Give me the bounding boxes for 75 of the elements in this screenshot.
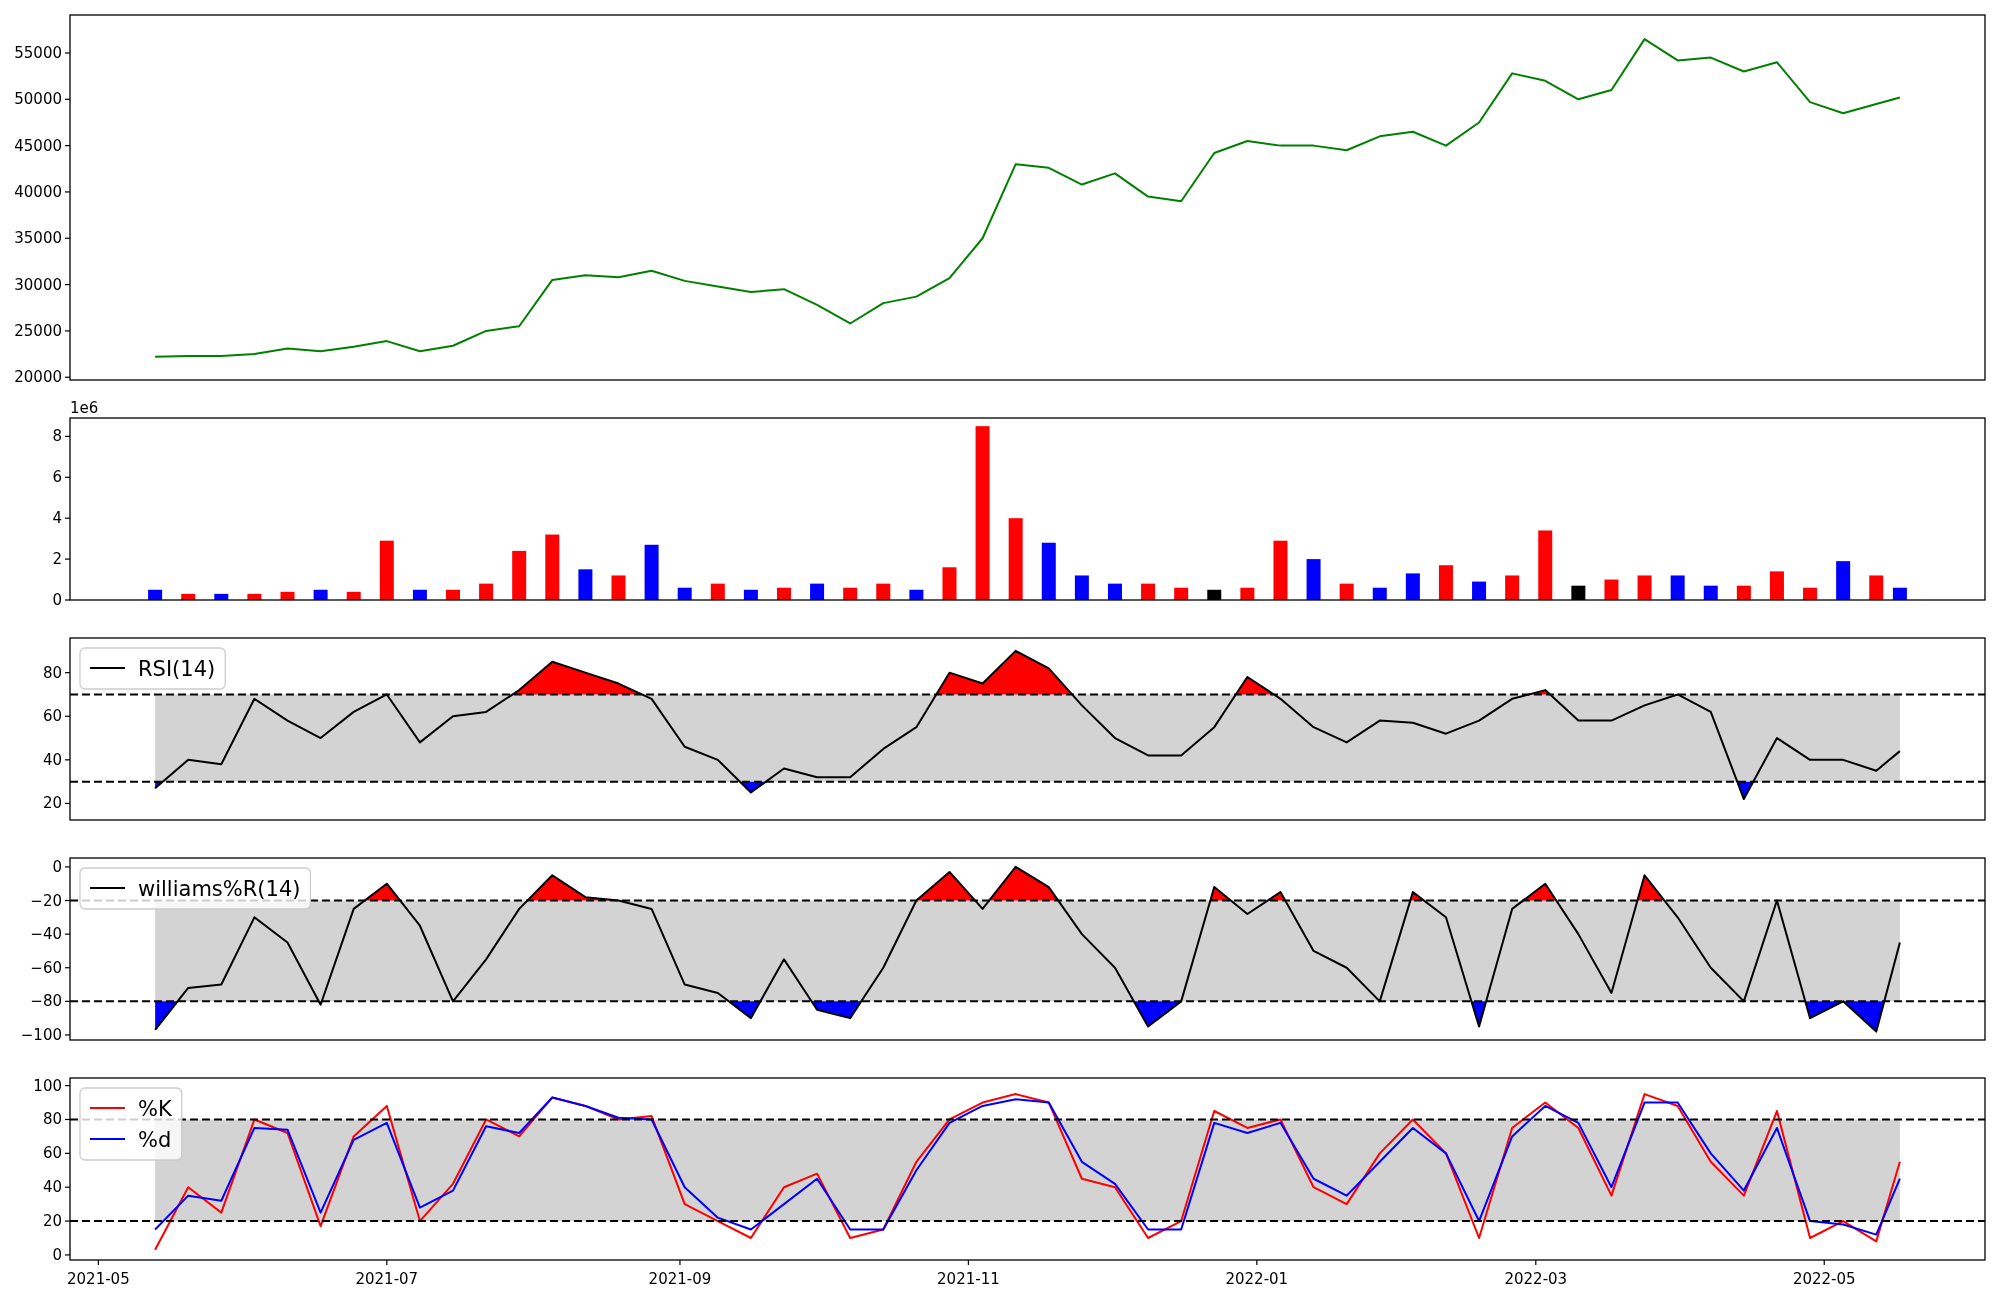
legend-label: %K xyxy=(138,1097,172,1121)
volume-bar xyxy=(1405,573,1420,600)
volume-bar xyxy=(280,591,295,600)
volume-bar xyxy=(412,589,427,600)
tick-label: 2021-05 xyxy=(67,1270,130,1288)
tick-label: 0 xyxy=(52,591,62,609)
tick-label: 40 xyxy=(42,750,62,769)
volume-bar xyxy=(512,550,527,600)
tick-label: 60 xyxy=(42,707,62,726)
volume-bar xyxy=(545,534,560,600)
volume-bar xyxy=(1670,575,1685,600)
volume-bar xyxy=(1505,575,1520,600)
tick-label: 2021-11 xyxy=(937,1270,1000,1288)
volume-bar xyxy=(313,589,328,600)
tick-label: 2022-01 xyxy=(1225,1270,1289,1288)
volume-bar xyxy=(1604,579,1619,600)
tick-label: 100 xyxy=(33,1076,62,1095)
volume-bar xyxy=(1273,540,1288,600)
tick-label: 2 xyxy=(52,550,62,569)
volume-bar xyxy=(1438,565,1453,600)
volume-bar xyxy=(1074,575,1089,600)
volume-bar xyxy=(446,589,460,600)
tick-label: 2022-03 xyxy=(1504,1270,1568,1288)
oversold-fill xyxy=(155,1001,178,1030)
volume-bar xyxy=(942,567,957,600)
legend-label: RSI(14) xyxy=(138,657,216,681)
tick-label: 2021-09 xyxy=(648,1270,712,1288)
volume-bar xyxy=(644,544,659,600)
tick-label: −20 xyxy=(30,891,62,910)
volume-bar xyxy=(1306,559,1321,600)
tick-label: 40000 xyxy=(14,182,62,201)
tick-label: −80 xyxy=(30,992,62,1011)
tick-label: 20 xyxy=(42,1212,62,1231)
tick-label: 0 xyxy=(52,1245,62,1264)
volume-bar xyxy=(214,593,229,600)
tick-label: 55000 xyxy=(14,44,62,62)
volume-bar xyxy=(148,589,163,600)
volume-bar xyxy=(181,593,196,600)
tick-label: 20 xyxy=(42,794,62,813)
volume-bar xyxy=(1769,571,1784,600)
tick-label: 80 xyxy=(42,1110,62,1129)
tick-label: 4 xyxy=(52,509,62,528)
volume-bar xyxy=(1869,575,1884,600)
tick-label: 6 xyxy=(52,468,62,487)
tick-label: 50000 xyxy=(14,90,62,109)
tick-label: 60 xyxy=(42,1144,62,1163)
volume-bar xyxy=(1836,561,1851,600)
tick-label: −60 xyxy=(30,958,62,977)
tick-label: 40 xyxy=(42,1178,62,1197)
tick-label: 45000 xyxy=(14,136,62,155)
tick-label: 0 xyxy=(52,857,62,876)
volume-bar xyxy=(346,591,361,600)
volume-bar xyxy=(379,540,394,600)
volume-bar xyxy=(247,593,262,600)
tick-label: 35000 xyxy=(14,229,62,248)
tick-label: 2021-07 xyxy=(355,1270,419,1288)
tick-label: −100 xyxy=(20,1025,62,1044)
legend-label: williams%R(14) xyxy=(138,877,301,901)
tick-label: −40 xyxy=(30,925,62,944)
volume-bar xyxy=(743,589,758,600)
tick-label: 20000 xyxy=(14,368,62,387)
tick-label: 2022-05 xyxy=(1792,1270,1856,1288)
volume-bar xyxy=(578,569,593,600)
volume-bar xyxy=(1041,542,1056,600)
axis-offset-label: 1e6 xyxy=(70,399,99,417)
tick-label: 25000 xyxy=(14,321,62,340)
tick-label: 80 xyxy=(42,663,62,682)
volume-bar xyxy=(1538,530,1553,600)
legend-label: %d xyxy=(138,1128,172,1152)
volume-bar xyxy=(909,589,924,600)
tick-label: 8 xyxy=(52,427,62,446)
tick-label: 30000 xyxy=(14,275,62,294)
volume-bar xyxy=(1637,575,1652,600)
volume-bar xyxy=(1207,589,1222,600)
volume-bar xyxy=(611,575,626,600)
